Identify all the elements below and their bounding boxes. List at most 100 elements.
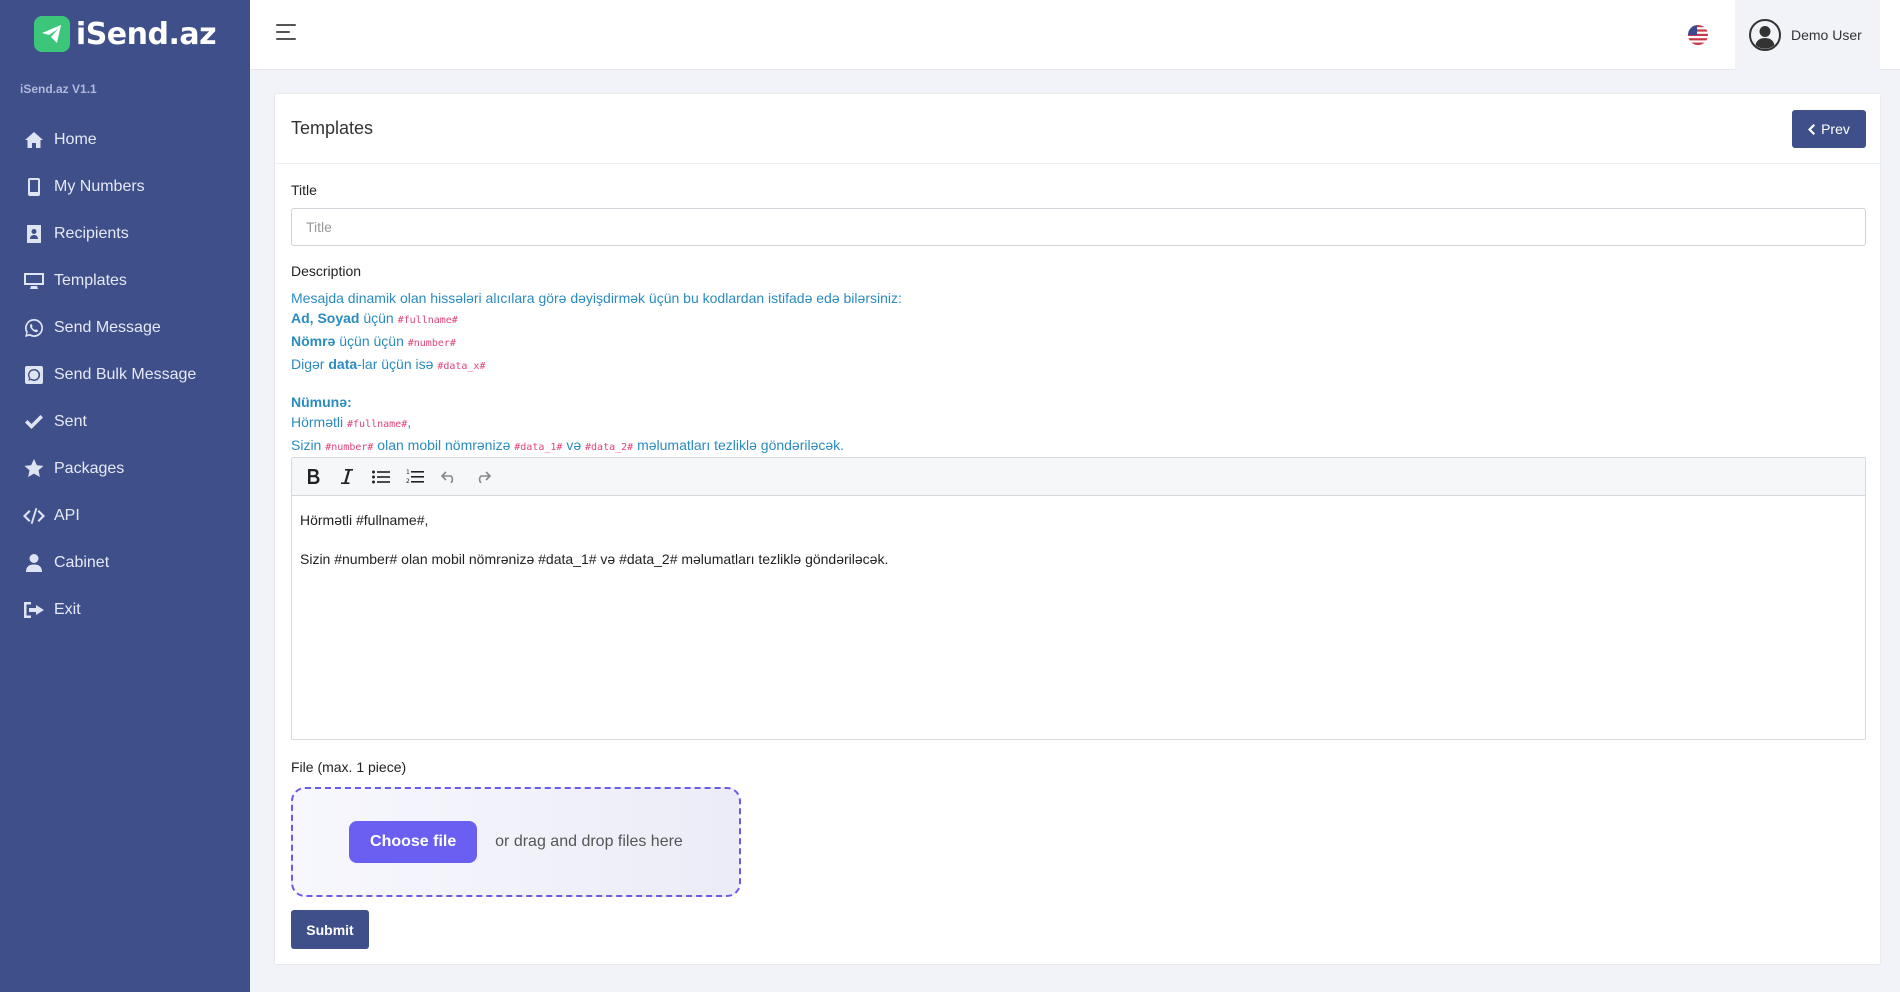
bold-icon[interactable] bbox=[302, 466, 324, 488]
sidebar-nav: Home My Numbers Recipients Templates Sen… bbox=[0, 110, 250, 633]
title-input[interactable] bbox=[291, 208, 1866, 246]
desc-text: , bbox=[407, 414, 412, 430]
prev-button[interactable]: Prev bbox=[1792, 110, 1866, 148]
desc-text: və bbox=[562, 437, 586, 453]
sidebar-item-cabinet[interactable]: Cabinet bbox=[0, 539, 250, 586]
description-label: Description bbox=[291, 263, 362, 279]
chevron-left-icon bbox=[1808, 123, 1816, 135]
svg-text:1: 1 bbox=[406, 469, 410, 476]
star-icon bbox=[22, 459, 46, 479]
redo-icon[interactable] bbox=[472, 466, 494, 488]
mobile-icon bbox=[22, 177, 46, 197]
desc-code: #data_x# bbox=[437, 361, 486, 372]
user-name: Demo User bbox=[1791, 27, 1862, 43]
desc-intro: Mesajda dinamik olan hissələri alıcılara… bbox=[291, 290, 902, 306]
desc-data-line: Digər data-lar üçün isə #data_x# bbox=[291, 354, 1791, 377]
desc-text: üçün üçün bbox=[335, 333, 408, 349]
sidebar-item-label: Templates bbox=[54, 271, 127, 289]
sidebar-item-label: Cabinet bbox=[54, 553, 110, 571]
check-icon bbox=[22, 412, 46, 432]
svg-text:2: 2 bbox=[406, 478, 410, 484]
code-icon bbox=[22, 506, 46, 526]
desc-text: Hörmətli bbox=[291, 414, 348, 430]
desc-text: -lar üçün isə bbox=[357, 356, 438, 372]
card-header: Templates Prev bbox=[275, 94, 1880, 164]
rich-text-editor: 12 Hörmətli #fullname#, Sizin #number# o… bbox=[291, 457, 1866, 740]
desc-code: #fullname# bbox=[347, 419, 408, 430]
desc-text: Sizin bbox=[291, 437, 326, 453]
sidebar-item-packages[interactable]: Packages bbox=[0, 445, 250, 492]
sidebar-item-sent[interactable]: Sent bbox=[0, 398, 250, 445]
menu-toggle-icon[interactable] bbox=[276, 24, 298, 44]
desc-example-label: Nümunə: bbox=[291, 392, 1791, 412]
template-card: Templates Prev Title Description Mesajda… bbox=[274, 93, 1881, 965]
desc-code: #number# bbox=[407, 338, 456, 349]
sidebar-item-label: Send Bulk Message bbox=[54, 365, 197, 383]
description-help: Mesajda dinamik olan hissələri alıcılara… bbox=[291, 288, 1791, 458]
desc-code: #number# bbox=[325, 442, 374, 453]
bullet-list-icon[interactable] bbox=[370, 466, 392, 488]
file-dropzone[interactable]: Choose file or drag and drop files here bbox=[291, 787, 741, 897]
app-version: iSend.az V1.1 bbox=[20, 82, 97, 96]
sidebar-item-exit[interactable]: Exit bbox=[0, 586, 250, 633]
paper-plane-icon bbox=[33, 16, 70, 52]
avatar-icon bbox=[1749, 19, 1781, 51]
whatsapp-icon bbox=[22, 318, 46, 338]
topbar: Demo User bbox=[250, 0, 1900, 70]
sidebar-item-label: Home bbox=[54, 130, 97, 148]
user-menu[interactable]: Demo User bbox=[1735, 0, 1880, 70]
desc-example-line-1: Hörmətli #fullname#, bbox=[291, 412, 1791, 435]
desc-bold: data bbox=[328, 356, 358, 372]
sidebar-item-label: Recipients bbox=[54, 224, 129, 242]
editor-line: Sizin #number# olan mobil nömrənizə #dat… bbox=[300, 551, 889, 567]
desc-text: məlumatları tezliklə göndəriləcək. bbox=[633, 437, 845, 453]
italic-icon[interactable] bbox=[336, 466, 358, 488]
desc-text: üçün bbox=[359, 310, 398, 326]
sidebar-item-api[interactable]: API bbox=[0, 492, 250, 539]
whatsapp-square-icon bbox=[22, 365, 46, 385]
title-label: Title bbox=[291, 182, 317, 198]
desc-code: #data_1# bbox=[514, 442, 563, 453]
sidebar-item-label: Exit bbox=[54, 600, 81, 618]
sidebar-item-label: API bbox=[54, 506, 80, 524]
sidebar-item-label: My Numbers bbox=[54, 177, 145, 195]
numbered-list-icon[interactable]: 12 bbox=[404, 466, 426, 488]
submit-button[interactable]: Submit bbox=[291, 910, 369, 949]
sidebar-item-label: Send Message bbox=[54, 318, 161, 336]
user-icon bbox=[22, 553, 46, 573]
desc-text: Digər bbox=[291, 356, 329, 372]
desc-text: olan mobil nömrənizə bbox=[373, 437, 515, 453]
page-title: Templates bbox=[291, 118, 374, 138]
editor-toolbar: 12 bbox=[292, 458, 1865, 496]
desc-bold: Nömrə bbox=[291, 333, 336, 349]
desc-code: #fullname# bbox=[397, 315, 458, 326]
editor-content[interactable]: Hörmətli #fullname#, Sizin #number# olan… bbox=[292, 496, 1865, 602]
editor-line: Hörmətli #fullname#, bbox=[300, 512, 429, 528]
sidebar: iSend.az iSend.az V1.1 Home My Numbers R… bbox=[0, 0, 250, 992]
sidebar-item-templates[interactable]: Templates bbox=[0, 257, 250, 304]
desc-bold: Nümunə: bbox=[291, 394, 352, 410]
desc-bold: Ad, Soyad bbox=[291, 310, 360, 326]
file-label: File (max. 1 piece) bbox=[291, 759, 407, 775]
desc-code: #data_2# bbox=[585, 442, 634, 453]
brand[interactable]: iSend.az bbox=[0, 0, 250, 68]
sidebar-item-my-numbers[interactable]: My Numbers bbox=[0, 163, 250, 210]
sidebar-item-home[interactable]: Home bbox=[0, 116, 250, 163]
prev-label: Prev bbox=[1821, 121, 1850, 137]
choose-file-button[interactable]: Choose file bbox=[349, 821, 478, 863]
sidebar-item-send-bulk-message[interactable]: Send Bulk Message bbox=[0, 351, 250, 398]
sidebar-item-send-message[interactable]: Send Message bbox=[0, 304, 250, 351]
desc-example-line-2: Sizin #number# olan mobil nömrənizə #dat… bbox=[291, 435, 1791, 458]
address-book-icon bbox=[22, 224, 46, 244]
sign-out-icon bbox=[22, 600, 46, 620]
sidebar-item-label: Packages bbox=[54, 459, 125, 477]
sidebar-item-label: Sent bbox=[54, 412, 87, 430]
home-icon bbox=[22, 130, 46, 150]
sidebar-item-recipients[interactable]: Recipients bbox=[0, 210, 250, 257]
undo-icon[interactable] bbox=[438, 466, 460, 488]
desc-fullname-line: Ad, Soyad üçün #fullname# bbox=[291, 308, 1791, 331]
brand-name: iSend.az bbox=[75, 16, 217, 52]
desktop-icon bbox=[22, 271, 46, 291]
desc-number-line: Nömrə üçün üçün #number# bbox=[291, 331, 1791, 354]
us-flag-icon[interactable] bbox=[1688, 25, 1708, 45]
